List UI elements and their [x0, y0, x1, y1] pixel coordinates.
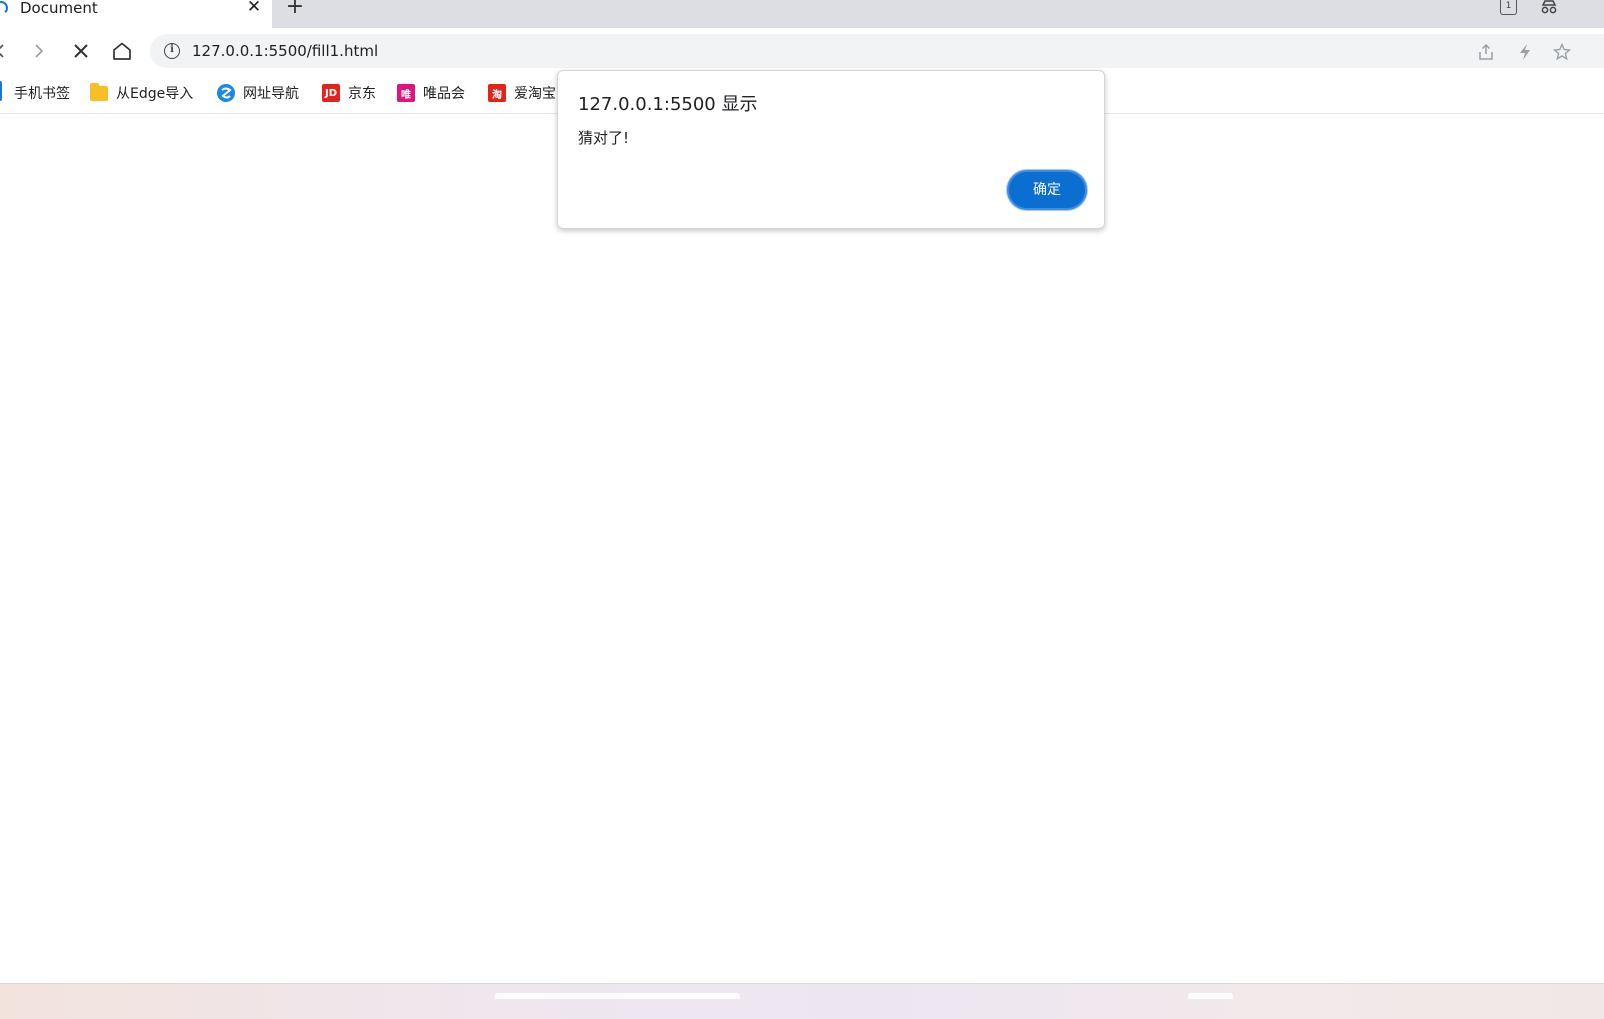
bookmark-label: 手机书签 — [14, 86, 70, 102]
page-content — [0, 115, 1604, 983]
vip-icon: 唯 — [397, 84, 415, 102]
stop-loading-button[interactable] — [67, 37, 95, 65]
bookmark-label: 唯品会 — [423, 86, 465, 102]
folder-shape — [90, 82, 108, 101]
jd-icon: JD — [322, 84, 340, 102]
share-icon[interactable] — [1476, 42, 1496, 62]
bookmark-mobile[interactable]: 手机书签 — [14, 82, 70, 104]
chevron-right-icon — [35, 44, 44, 58]
bookmark-star-icon[interactable] — [1552, 42, 1572, 62]
folder-icon — [90, 82, 108, 102]
info-icon[interactable]: i — [164, 43, 180, 59]
bookmark-vip[interactable]: 唯 唯品会 — [397, 82, 465, 104]
bookmark-label: 网址导航 — [243, 86, 299, 102]
close-tab-icon[interactable]: ✕ — [246, 0, 262, 16]
forward-button[interactable] — [25, 37, 53, 65]
bookmark-label: 从Edge导入 — [116, 86, 194, 102]
tab-strip: Document ✕ + 1 — [0, 0, 1604, 28]
nav-glyph — [221, 87, 232, 99]
lightning-glyph — [1520, 44, 1530, 60]
tab-title: Document — [20, 0, 98, 17]
bookmark-taobao[interactable]: 淘 爱淘宝 — [488, 82, 556, 104]
toolbar: i 127.0.0.1:5500/fill1.html — [0, 28, 1604, 74]
chevron-left-icon — [0, 44, 4, 58]
mobile-icon — [0, 81, 2, 101]
nav-icon — [217, 84, 235, 102]
share-glyph — [1479, 43, 1493, 60]
tab-count-icon[interactable]: 1 — [1500, 0, 1517, 15]
tab-document[interactable]: Document ✕ — [0, 0, 272, 28]
bookmark-label: 爱淘宝 — [514, 86, 556, 102]
star-glyph — [1553, 43, 1571, 61]
bookmark-nav[interactable]: 网址导航 — [217, 82, 299, 104]
home-button[interactable] — [108, 37, 136, 65]
bookmark-edge-import[interactable]: 从Edge导入 — [90, 82, 193, 104]
taskbar-strip — [0, 983, 1604, 1019]
loading-spinner-icon — [0, 1, 8, 15]
bookmark-label: 京东 — [348, 86, 376, 102]
taobao-icon: 淘 — [488, 84, 506, 102]
address-bar[interactable]: i 127.0.0.1:5500/fill1.html — [150, 34, 1604, 68]
taskbar-item[interactable] — [1188, 993, 1233, 999]
alert-dialog: 127.0.0.1:5500 显示 猜对了! 确定 — [557, 70, 1105, 229]
back-button[interactable] — [0, 37, 14, 65]
browser-window: Document ✕ + 1 i 127.0.0.1:5500/fill1.ht… — [0, 0, 1604, 1019]
bookmark-jd[interactable]: JD 京东 — [322, 82, 376, 104]
new-tab-button[interactable]: + — [285, 0, 305, 18]
lightning-icon[interactable] — [1515, 42, 1535, 62]
incognito-icon[interactable] — [1539, 0, 1557, 16]
url-text[interactable]: 127.0.0.1:5500/fill1.html — [192, 42, 378, 60]
ok-button[interactable]: 确定 — [1007, 170, 1087, 210]
incognito-glyph — [1541, 0, 1557, 14]
close-icon — [74, 44, 88, 58]
dialog-message: 猜对了! — [578, 129, 630, 147]
taskbar-item[interactable] — [495, 993, 740, 999]
dialog-title: 127.0.0.1:5500 显示 — [578, 94, 758, 115]
home-icon — [113, 42, 131, 60]
